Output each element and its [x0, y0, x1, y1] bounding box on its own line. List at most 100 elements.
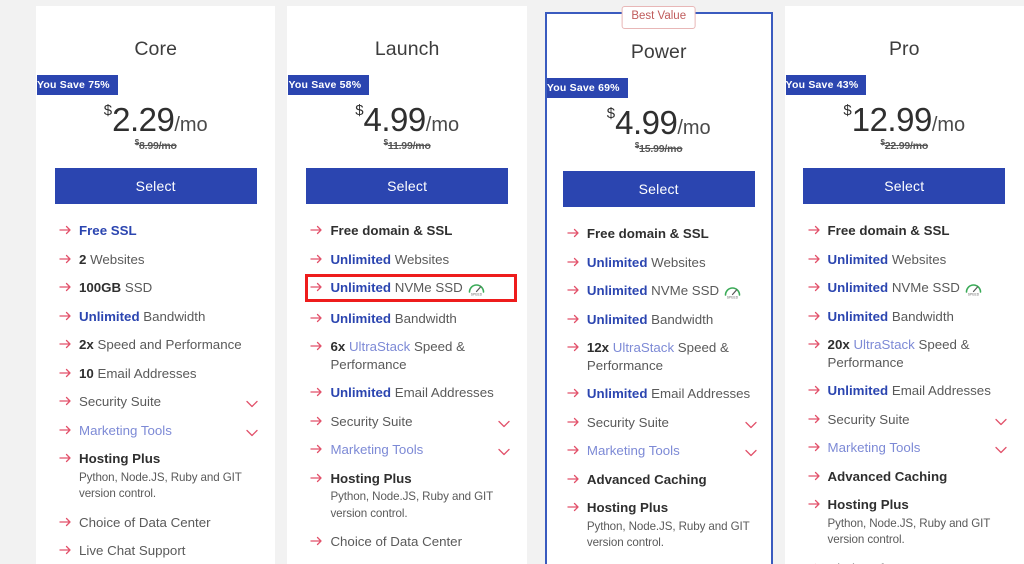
feature-subtext: Python, Node.JS, Ruby and GIT version co…: [827, 517, 991, 547]
arrow-bullet-icon: [59, 515, 73, 529]
arrow-bullet-icon: [59, 309, 73, 323]
feature-lead: Unlimited: [330, 385, 392, 401]
feature-text: Email Addresses: [93, 365, 197, 381]
arrow-bullet-icon: [59, 394, 73, 408]
arrow-bullet-icon: [310, 252, 324, 266]
feature-text: Bandwidth: [391, 310, 457, 326]
arrow-bullet-icon: [807, 383, 822, 397]
arrow-bullet-icon: [567, 386, 581, 400]
arrow-bullet-icon: [310, 534, 324, 548]
feature-item: Hosting Plus Python, Node.JS, Ruby and GI…: [567, 499, 759, 551]
arrow-bullet-icon: [567, 443, 581, 457]
save-badge: You Save 75%: [37, 75, 118, 95]
feature-text: Security Suite: [330, 413, 413, 429]
feature-item: Unlimited Bandwidth: [310, 310, 511, 328]
arrow-bullet-icon: [59, 366, 73, 380]
feature-lead: Unlimited: [586, 254, 648, 270]
price-amount: 2.29: [112, 101, 175, 138]
chevron-down-icon[interactable]: [744, 416, 757, 428]
feature-text: Websites: [647, 254, 706, 270]
feature-text: Websites: [888, 251, 947, 267]
original-price: $11.99/mo: [288, 138, 525, 152]
feature-item: Unlimited NVMe SSD SPEED: [305, 274, 517, 302]
feature-lead: 20x: [827, 337, 850, 353]
feature-item[interactable]: Security Suite: [310, 413, 511, 431]
price-period: /mo: [425, 114, 460, 136]
chevron-down-icon[interactable]: [498, 443, 510, 456]
plan-card-core: Core You Save 75% $2.29/mo $8.99/mo Select Fr…: [36, 6, 276, 564]
feature-item: Hosting Plus Python, Node.JS, Ruby and GI…: [807, 496, 1009, 548]
feature-item: Unlimited Email Addresses: [807, 382, 1009, 400]
feature-lead: Unlimited: [330, 310, 392, 326]
currency-symbol: $: [606, 105, 616, 122]
feature-item: Unlimited Email Addresses: [310, 384, 511, 402]
arrow-bullet-icon: [807, 337, 822, 351]
original-price: $8.99/mo: [37, 138, 274, 152]
arrow-bullet-icon: [59, 451, 73, 465]
feature-list: Free domain & SSL Unlimited Websites Unlim…: [547, 225, 771, 564]
feature-item[interactable]: Marketing Tools: [59, 422, 260, 440]
arrow-bullet-icon: [807, 252, 822, 266]
feature-text: Marketing Tools: [827, 440, 921, 456]
plan-card-power: Best Value Power You Save 69% $4.99/mo $15.9…: [544, 6, 773, 564]
feature-item: 2x Speed and Performance: [59, 336, 260, 354]
feature-item: 20x UltraStack Speed & Performance: [807, 336, 1009, 371]
chevron-down-icon[interactable]: [995, 413, 1007, 425]
select-button[interactable]: Select: [306, 168, 509, 204]
feature-text: Security Suite: [586, 414, 669, 430]
chevron-down-icon[interactable]: [498, 415, 510, 427]
feature-item: Free SSL: [59, 222, 260, 240]
feature-item[interactable]: Marketing Tools: [310, 441, 511, 459]
save-badge: You Save 69%: [546, 78, 628, 98]
arrow-bullet-icon: [59, 280, 73, 294]
feature-text: NVMe SSD: [391, 280, 463, 296]
feature-item[interactable]: Security Suite: [59, 393, 260, 411]
select-button[interactable]: Select: [54, 168, 257, 204]
feature-text: Security Suite: [79, 394, 162, 410]
feature-item[interactable]: Security Suite: [807, 411, 1009, 429]
chevron-down-icon[interactable]: [246, 395, 259, 408]
feature-text: Email Addresses: [888, 383, 991, 399]
arrow-bullet-icon: [567, 340, 581, 354]
feature-item: Advanced Caching: [567, 471, 759, 489]
original-price-value: 8.99/mo: [138, 140, 177, 152]
select-button[interactable]: Select: [562, 171, 755, 207]
feature-list: Free domain & SSL Unlimited Websites Unlim…: [288, 222, 525, 564]
arrow-bullet-icon: [807, 309, 822, 323]
feature-item[interactable]: Marketing Tools: [807, 439, 1009, 457]
svg-text:SPEED: SPEED: [727, 295, 739, 299]
plan-name: Core: [134, 38, 178, 60]
chevron-down-icon[interactable]: [246, 424, 259, 436]
feature-item[interactable]: Security Suite: [567, 414, 759, 432]
pricing-plans-container: Core You Save 75% $2.29/mo $8.99/mo Select Fr…: [0, 0, 1024, 564]
select-button[interactable]: Select: [803, 168, 1006, 204]
feature-item: Unlimited Websites: [567, 254, 759, 272]
feature-item: Unlimited Websites: [310, 251, 511, 269]
feature-lead: 100GB: [79, 280, 122, 296]
feature-text: Email Addresses: [391, 385, 494, 401]
arrow-bullet-icon: [310, 280, 324, 294]
feature-item[interactable]: Marketing Tools: [567, 442, 759, 460]
arrow-bullet-icon: [807, 223, 822, 237]
feature-text: Choice of Data Center: [330, 534, 462, 550]
feature-item: Free domain & SSL: [310, 222, 511, 240]
speed-gauge-icon: SPEED: [964, 281, 983, 296]
arrow-bullet-icon: [807, 412, 822, 426]
feature-lead: Unlimited: [827, 251, 889, 267]
chevron-down-icon[interactable]: [744, 444, 757, 457]
feature-lead: 12x: [586, 340, 610, 356]
arrow-bullet-icon: [59, 223, 73, 237]
save-badge: You Save 58%: [288, 75, 370, 95]
feature-lead: 6x: [330, 339, 346, 355]
arrow-bullet-icon: [807, 497, 822, 511]
price-row: $12.99/mo: [786, 101, 1023, 139]
feature-item: Choice of Data Center: [808, 560, 1009, 564]
feature-text: Live Chat Support: [79, 543, 186, 559]
arrow-bullet-icon: [310, 414, 324, 428]
chevron-down-icon[interactable]: [995, 441, 1007, 454]
feature-item: 10 Email Addresses: [59, 365, 260, 383]
original-price: $22.99/mo: [786, 138, 1023, 152]
feature-item: Unlimited Bandwidth: [807, 308, 1009, 326]
plan-card-body: Launch You Save 58% $4.99/mo $11.99/mo Selec…: [287, 6, 527, 564]
arrow-bullet-icon: [310, 339, 324, 353]
